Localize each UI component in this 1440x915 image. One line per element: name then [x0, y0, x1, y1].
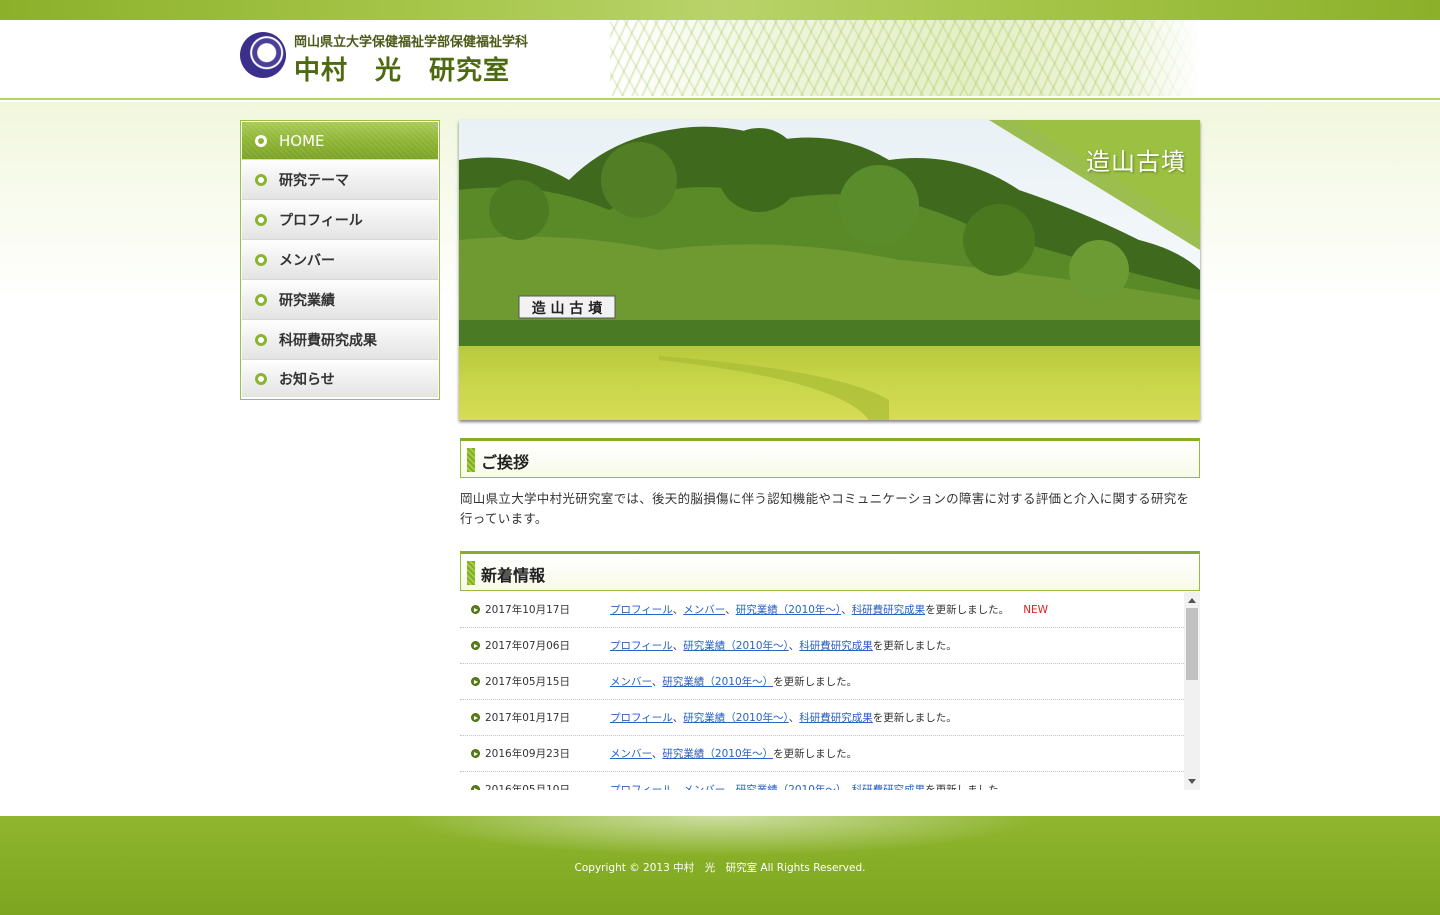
bullet-arrow-icon [471, 749, 480, 758]
news-body: プロフィール、メンバー、研究業績（2010年〜）、科研費研究成果を更新しました。… [610, 604, 1049, 616]
greeting-heading-box: ご挨拶 [460, 438, 1200, 478]
news-date: 2017年10月17日 [485, 604, 570, 616]
news-suffix: を更新しました。 [773, 748, 858, 760]
bullet-arrow-icon [471, 713, 480, 722]
sidebar-item-1[interactable]: 研究テーマ [242, 160, 438, 200]
sidebar-item-label: プロフィール [279, 212, 363, 229]
news-date: 2016年09月23日 [485, 748, 570, 760]
nav-bullet-icon [255, 134, 267, 147]
sidebar-item-label: HOME [279, 131, 325, 150]
news-row: 2017年01月17日 プロフィール、研究業績（2010年〜）、科研費研究成果を更… [460, 700, 1184, 736]
logo-icon[interactable] [240, 32, 286, 78]
news-link[interactable]: 科研費研究成果 [799, 640, 873, 652]
news-link[interactable]: 研究業績（2010年〜） [662, 676, 773, 688]
nav-bullet-icon [255, 173, 267, 186]
new-badge: NEW [1023, 604, 1049, 616]
news-link[interactable]: メンバー [683, 604, 725, 616]
greeting-heading: ご挨拶 [481, 453, 530, 472]
sidebar-item-6[interactable]: お知らせ [242, 360, 438, 397]
news-date: 2017年07月06日 [485, 640, 570, 652]
news-link[interactable]: プロフィール [610, 640, 673, 652]
news-row: 2017年05月15日 メンバー、研究業績（2010年〜）を更新しました。 [460, 664, 1184, 700]
sidebar-item-4[interactable]: 研究業績 [242, 280, 438, 320]
nav-bullet-icon [255, 213, 267, 226]
sidebar-item-label: 科研費研究成果 [279, 332, 377, 349]
greeting-text: 岡山県立大学中村光研究室では、後天的脳損傷に伴う認知機能やコミュニケーションの障… [460, 491, 1190, 526]
scroll-thumb[interactable] [1186, 608, 1198, 680]
site-title[interactable]: 中村 光 研究室 [294, 50, 510, 87]
news-date: 2017年05月15日 [485, 676, 570, 688]
sidebar-item-label: 研究テーマ [279, 172, 349, 189]
news-date: 2016年05月10日 [485, 784, 570, 790]
copyright: Copyright © 2013 中村 光 研究室 All Rights Res… [574, 862, 866, 874]
news-list[interactable]: 2017年10月17日 プロフィール、メンバー、研究業績（2010年〜）、科研費研… [460, 592, 1200, 790]
sidebar-item-label: 研究業績 [279, 292, 335, 309]
heading-bar-icon [467, 561, 475, 585]
news-link[interactable]: プロフィール [610, 712, 673, 724]
bullet-arrow-icon [471, 605, 480, 614]
news-link[interactable]: プロフィール [610, 604, 673, 616]
news-link[interactable]: メンバー [683, 784, 725, 790]
bullet-arrow-icon [471, 641, 480, 650]
sidebar-nav: HOME 研究テーマプロフィール メンバー研究業績科研費研究成果 お知らせ [240, 120, 440, 400]
nav-bullet-icon [255, 293, 267, 306]
hero-caption: 造山古墳 [1086, 148, 1186, 176]
news-link[interactable]: 科研費研究成果 [852, 784, 926, 790]
top-band [0, 0, 1440, 20]
hero-image: 造 山 古 墳 造山古墳 [459, 120, 1200, 420]
news-link[interactable]: メンバー [610, 748, 652, 760]
news-row: 2016年09月23日 メンバー、研究業績（2010年〜）を更新しました。 [460, 736, 1184, 772]
sidebar-item-label: メンバー [279, 252, 335, 269]
heading-bar-icon [467, 448, 475, 472]
bullet-arrow-icon [471, 677, 480, 686]
news-row: 2016年05月10日 プロフィール、メンバー、研究業績（2010年〜）、科研費研… [460, 772, 1184, 790]
news-body: プロフィール、研究業績（2010年〜）、科研費研究成果を更新しました。 [610, 640, 957, 652]
site-footer: Copyright © 2013 中村 光 研究室 All Rights Res… [0, 816, 1440, 915]
site-header: 岡山県立大学保健福祉学部保健福祉学科 中村 光 研究室 [0, 20, 1440, 100]
news-suffix: を更新しました。 [925, 784, 1010, 790]
news-link[interactable]: 研究業績（2010年〜） [683, 640, 788, 652]
header-decoration [610, 20, 1200, 96]
news-suffix: を更新しました。 [872, 712, 957, 724]
bullet-arrow-icon [471, 785, 480, 790]
scroll-up-icon[interactable] [1188, 598, 1196, 603]
news-link[interactable]: 研究業績（2010年〜） [662, 748, 773, 760]
news-body: メンバー、研究業績（2010年〜）を更新しました。 [610, 748, 858, 760]
news-heading: 新着情報 [481, 566, 546, 585]
nav-bullet-icon [255, 333, 267, 346]
news-link[interactable]: 研究業績（2010年〜） [736, 784, 841, 790]
news-link[interactable]: 科研費研究成果 [852, 604, 926, 616]
sidebar-item-0[interactable]: HOME [242, 122, 438, 160]
news-scrollbar[interactable] [1184, 592, 1200, 790]
hero-sign-text: 造 山 古 墳 [532, 300, 604, 317]
news-suffix: を更新しました。 [773, 676, 858, 688]
news-link[interactable]: プロフィール [610, 784, 673, 790]
news-link[interactable]: メンバー [610, 676, 652, 688]
news-link[interactable]: 研究業績（2010年〜） [683, 712, 788, 724]
news-body: プロフィール、メンバー、研究業績（2010年〜）、科研費研究成果を更新しました。 [610, 782, 1009, 790]
scroll-down-icon[interactable] [1188, 779, 1196, 784]
site-subtitle: 岡山県立大学保健福祉学部保健福祉学科 [294, 35, 529, 50]
sidebar-item-2[interactable]: プロフィール [242, 200, 438, 240]
sidebar-item-5[interactable]: 科研費研究成果 [242, 320, 438, 360]
news-heading-box: 新着情報 [460, 551, 1200, 591]
news-suffix: を更新しました。 [925, 604, 1010, 616]
news-date: 2017年01月17日 [485, 712, 570, 724]
news-link[interactable]: 科研費研究成果 [799, 712, 873, 724]
sidebar-item-3[interactable]: メンバー [242, 240, 438, 280]
news-row: 2017年10月17日 プロフィール、メンバー、研究業績（2010年〜）、科研費研… [460, 592, 1184, 628]
news-link[interactable]: 研究業績（2010年〜） [736, 604, 841, 616]
news-body: メンバー、研究業績（2010年〜）を更新しました。 [610, 676, 858, 688]
nav-bullet-icon [255, 253, 267, 266]
nav-bullet-icon [255, 372, 267, 385]
news-row: 2017年07月06日 プロフィール、研究業績（2010年〜）、科研費研究成果を更… [460, 628, 1184, 664]
sidebar-item-label: お知らせ [279, 371, 335, 388]
news-suffix: を更新しました。 [872, 640, 957, 652]
news-body: プロフィール、研究業績（2010年〜）、科研費研究成果を更新しました。 [610, 712, 957, 724]
